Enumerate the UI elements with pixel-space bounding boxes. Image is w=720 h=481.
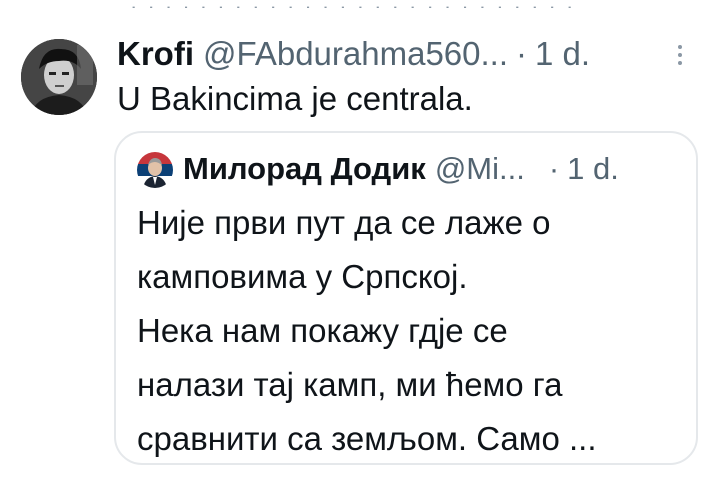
quoted-author-handle[interactable]: @Mi... — [435, 148, 525, 190]
quoted-tweet-header: Милорад Додик @Mi... · 1 d. — [183, 148, 619, 190]
quoted-tweet-timestamp[interactable]: 1 d. — [567, 148, 619, 190]
quoted-header-separator: · — [548, 151, 560, 186]
previous-tweet-fragment: · · · · · · · · · · · · · · · · · · · · … — [130, 0, 710, 8]
quoted-tweet-text: Није први пут да се лаже о камповима у С… — [137, 196, 687, 463]
quoted-text-line: сравнити са земљом. Само ... — [137, 420, 597, 457]
header-separator: · — [516, 35, 528, 72]
quoted-text-line: Нека нам покажу гдје се — [137, 312, 508, 349]
tweet-screen: · · · · · · · · · · · · · · · · · · · · … — [0, 0, 720, 481]
quoted-text-line: налази тај камп, ми ћемо га — [137, 366, 563, 403]
quoted-tweet-card[interactable]: Милорад Додик @Mi... · 1 d. Није први пу… — [114, 131, 698, 465]
quoted-text-line: камповима у Српској. — [137, 258, 468, 295]
author-display-name[interactable]: Krofi — [117, 33, 194, 75]
tweet-timestamp[interactable]: 1 d. — [535, 33, 590, 75]
quoted-text-line: Није први пут да се лаже о — [137, 204, 551, 241]
quoted-author-avatar — [137, 152, 173, 188]
quoted-author-name[interactable]: Милорад Додик — [183, 148, 426, 190]
flag-portrait-icon — [137, 152, 173, 188]
author-avatar[interactable] — [21, 39, 97, 115]
profile-photo-icon — [21, 39, 97, 115]
vertical-ellipsis-icon[interactable] — [676, 44, 684, 66]
tweet-text: U Bakincima je centrala. — [117, 80, 473, 117]
author-handle[interactable]: @FAbdurahma560... — [203, 33, 508, 75]
tweet-header: Krofi @FAbdurahma560... · 1 d. — [117, 33, 590, 75]
